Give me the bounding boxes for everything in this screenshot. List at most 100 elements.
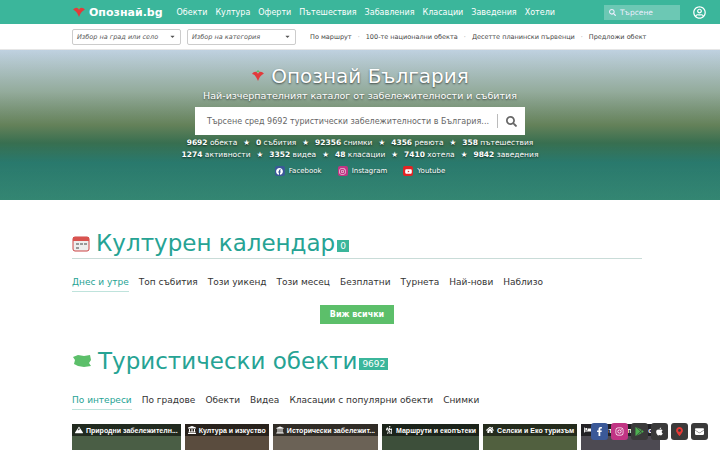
page: Опознай.bgОбектиКултураОфертиПътешествия…: [0, 0, 720, 450]
quick-link[interactable]: По маршрут: [310, 33, 352, 41]
tab[interactable]: Безплатни: [340, 274, 391, 292]
bulgaria-map-icon: [72, 354, 92, 368]
tab[interactable]: Този месец: [277, 274, 330, 292]
calendar-section: Културен календар0 Днес и утре Топ събития…: [0, 230, 720, 324]
stat: 9692 обекта: [187, 138, 238, 147]
nav-item[interactable]: Пътешествия: [295, 8, 360, 17]
logo-bird-icon: [251, 70, 265, 82]
nav-item[interactable]: Обекти: [173, 8, 212, 17]
star-separator: ★: [322, 150, 329, 159]
search-icon[interactable]: [506, 116, 517, 127]
stats-row: 1274 активности★3352 видеа★48 класации★7…: [182, 150, 539, 159]
category-card[interactable]: Природни забележителн...: [72, 424, 181, 450]
facebook-button[interactable]: [591, 423, 608, 440]
star-separator: ★: [302, 138, 309, 147]
map-pin-icon: [675, 427, 684, 436]
apple-button[interactable]: [651, 423, 668, 440]
tab[interactable]: Най-нови: [449, 274, 493, 292]
category-cards: Природни забележителн...Култура и изкуст…: [72, 424, 658, 450]
instagram-button[interactable]: [611, 423, 628, 440]
view-all-button[interactable]: Виж всички: [320, 305, 394, 324]
search-icon: [609, 9, 616, 16]
social-link[interactable]: Youtube: [403, 166, 445, 176]
stat: 3352 видеа: [269, 150, 316, 159]
stat: 7410 хотела: [404, 150, 455, 159]
stat: 4356 ревюта: [391, 138, 443, 147]
star-separator: ★: [257, 150, 264, 159]
star-separator: ★: [450, 138, 457, 147]
tab[interactable]: Класации с популярни обекти: [289, 392, 433, 410]
tab[interactable]: Наблизо: [503, 274, 543, 292]
tab[interactable]: Снимки: [443, 392, 479, 410]
quick-links: По маршрут · 100-те национални обекта · Десе…: [310, 33, 646, 41]
facebook-icon: [595, 427, 604, 436]
tab[interactable]: Този уикенд: [208, 274, 267, 292]
tab[interactable]: Днес и утре: [72, 274, 129, 292]
tab[interactable]: По градове: [142, 392, 196, 410]
count-badge: 9692: [359, 358, 388, 370]
google-play-icon: [635, 427, 644, 436]
calendar-icon: [72, 234, 90, 252]
social-icon: [275, 166, 285, 176]
category-select[interactable]: Избор на категория: [187, 29, 296, 45]
caret-icon: [284, 33, 291, 40]
section-title: Туристически обекти9692: [72, 348, 642, 376]
stat: 1274 активности: [182, 150, 251, 159]
quick-link[interactable]: 100-те национални обекта: [366, 33, 458, 41]
tab[interactable]: По интереси: [72, 392, 132, 410]
nav-search[interactable]: Търсене: [604, 5, 680, 20]
email-icon: [695, 427, 704, 436]
link-separator: ·: [464, 33, 466, 41]
objects-tabs: По интереси По градове Обекти Видеа Класации…: [72, 392, 642, 410]
social-icon: [338, 166, 348, 176]
nav-item[interactable]: Култура: [211, 8, 254, 17]
city-select[interactable]: Избор на град или село: [72, 29, 181, 45]
star-separator: ★: [378, 138, 385, 147]
quick-link[interactable]: Предложи обект: [589, 33, 646, 41]
filter-bar: Избор на град или село Избор на категория…: [0, 24, 720, 50]
section-title: Културен календар0: [72, 230, 642, 259]
nav-item[interactable]: Оферти: [254, 8, 295, 17]
category-icon: [188, 426, 196, 434]
user-icon[interactable]: [693, 6, 706, 19]
stat: 358 пътешествия: [462, 138, 533, 147]
map-button[interactable]: [671, 423, 688, 440]
nav-item[interactable]: Заведения: [467, 8, 520, 17]
count-badge: 0: [337, 240, 349, 252]
social-icon: [403, 166, 413, 176]
stat: 9842 заведения: [473, 150, 538, 159]
stat: 92356 снимки: [315, 138, 372, 147]
tab[interactable]: Топ събития: [139, 274, 198, 292]
category-icon: [75, 426, 83, 434]
category-icon: [385, 426, 393, 434]
calendar-tabs: Днес и утре Топ събития Този уикенд Този ме…: [72, 274, 642, 292]
email-button[interactable]: [691, 423, 708, 440]
google-play-button[interactable]: [631, 423, 648, 440]
apple-icon: [655, 427, 664, 436]
tab[interactable]: Видеа: [250, 392, 279, 410]
instagram-icon: [615, 427, 624, 436]
category-icon: [486, 426, 494, 434]
category-card[interactable]: Култура и изкуство: [185, 424, 269, 450]
nav-item[interactable]: Хотели: [521, 8, 559, 17]
hero-subtitle: Най-изчерпателният каталог от забележите…: [203, 90, 517, 101]
link-separator: ·: [581, 33, 583, 41]
star-separator: ★: [243, 138, 250, 147]
caret-icon: [169, 33, 176, 40]
logo[interactable]: Опознай.bg: [72, 6, 163, 19]
tab[interactable]: Турнета: [401, 274, 440, 292]
hero: Опознай БългарияНай-изчерпателният катал…: [0, 50, 720, 200]
category-icon: [276, 426, 284, 434]
stats-row: 9692 обекта★0 събития★92356 снимки★4356 …: [187, 138, 534, 147]
nav-item[interactable]: Класации: [418, 8, 467, 17]
quick-link[interactable]: Десетте планински първенци: [472, 33, 575, 41]
tab[interactable]: Обекти: [205, 392, 240, 410]
category-card[interactable]: Исторически забележит...: [273, 424, 378, 450]
nav-item[interactable]: Забавления: [361, 8, 419, 17]
category-card[interactable]: Селски и Еко туризъм: [483, 424, 577, 450]
social-link[interactable]: Facebook: [275, 166, 322, 176]
social-link[interactable]: Instagram: [338, 166, 388, 176]
hero-search[interactable]: Търсене сред 9692 туристически забележит…: [195, 107, 525, 135]
link-separator: ·: [358, 33, 360, 41]
category-card[interactable]: Маршрути и екопътеки: [382, 424, 479, 450]
